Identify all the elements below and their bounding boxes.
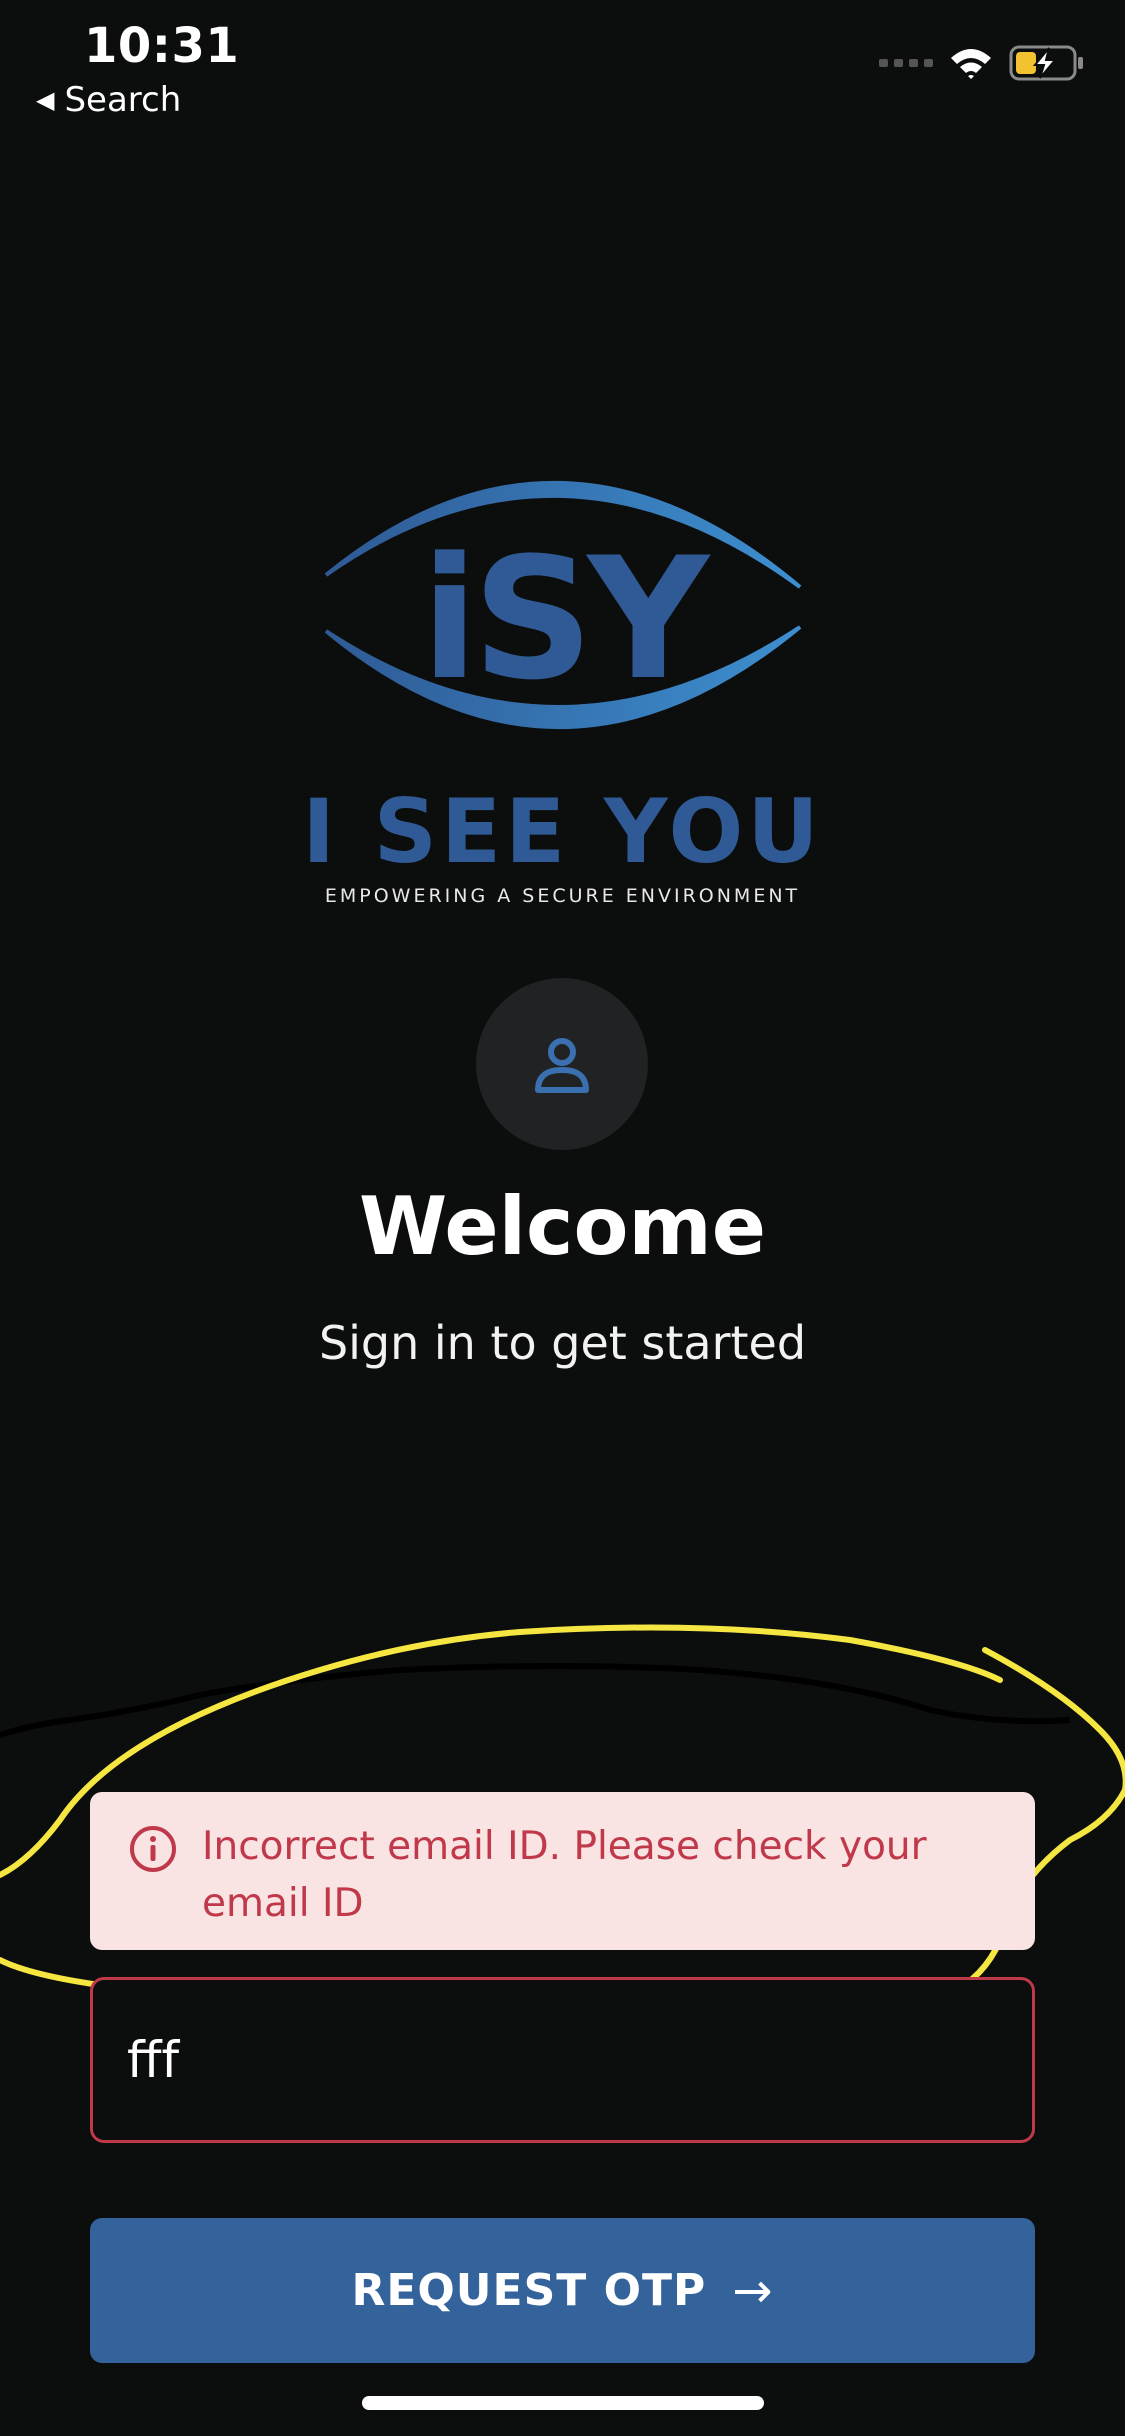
- error-banner: Incorrect email ID. Please check your em…: [90, 1792, 1035, 1950]
- arrow-right-icon: →: [732, 2262, 774, 2319]
- back-arrow-icon: ◀: [36, 86, 55, 114]
- cellular-signal-icon: [879, 59, 933, 67]
- status-icons: [879, 44, 1085, 82]
- brand-name: I SEE YOU: [302, 780, 823, 883]
- back-to-search-link[interactable]: ◀ Search: [36, 80, 181, 120]
- email-input[interactable]: [127, 2031, 998, 2089]
- home-indicator[interactable]: [362, 2396, 764, 2410]
- welcome-title: Welcome: [358, 1180, 767, 1273]
- avatar: [476, 978, 648, 1150]
- welcome-subtitle: Sign in to get started: [318, 1316, 807, 1370]
- logo-mark-text: iSY: [421, 521, 712, 717]
- brand-tagline: EMPOWERING A SECURE ENVIRONMENT: [324, 885, 801, 907]
- wifi-icon: [951, 49, 991, 79]
- request-otp-label: REQUEST OTP: [351, 2265, 707, 2316]
- request-otp-button[interactable]: REQUEST OTP →: [90, 2218, 1035, 2363]
- info-icon: [130, 1826, 176, 1872]
- back-label: Search: [64, 80, 182, 120]
- isy-logo-mark: iSY: [324, 481, 802, 729]
- battery-charging-icon: [1009, 45, 1083, 81]
- error-message: Incorrect email ID. Please check your em…: [202, 1824, 927, 1926]
- user-icon: [535, 1038, 589, 1093]
- email-field[interactable]: [90, 1977, 1035, 2143]
- status-time: 10:31: [84, 18, 240, 74]
